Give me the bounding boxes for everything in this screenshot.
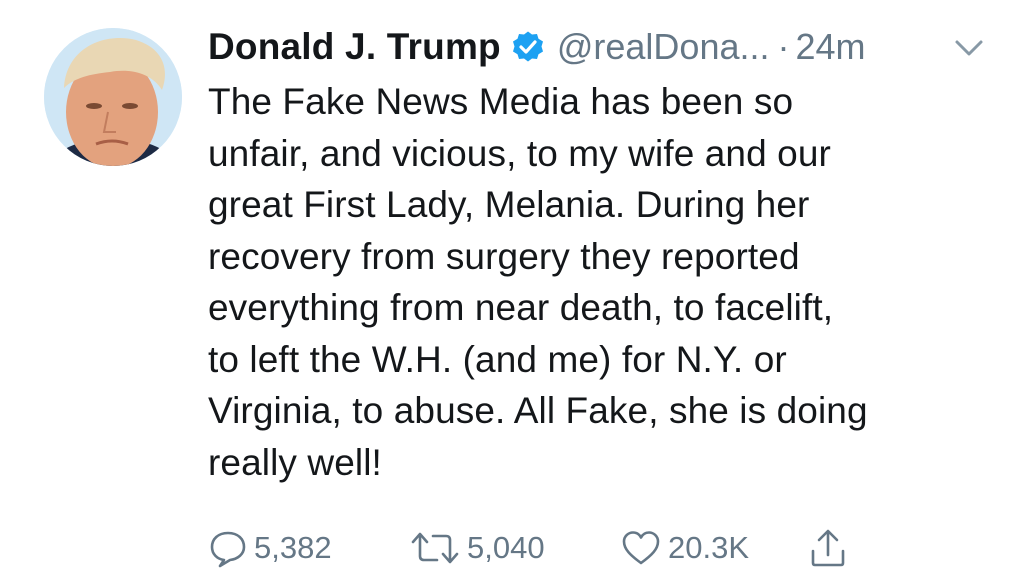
avatar[interactable] bbox=[44, 28, 182, 166]
like-count: 20.3K bbox=[668, 530, 750, 565]
header-separator: · bbox=[777, 26, 790, 67]
chevron-down-icon[interactable] bbox=[952, 36, 986, 60]
reply-button[interactable]: 5,382 bbox=[208, 526, 332, 570]
heart-icon bbox=[622, 531, 660, 565]
tweet-header: Donald J. Trump @realDona... · 24m bbox=[208, 22, 866, 72]
tweet-card: Donald J. Trump @realDona... · 24m The F… bbox=[0, 0, 1024, 576]
share-button[interactable] bbox=[808, 526, 848, 570]
retweet-icon bbox=[411, 532, 459, 564]
retweet-button[interactable]: 5,040 bbox=[409, 526, 545, 570]
tweet-timestamp[interactable]: 24m bbox=[796, 26, 866, 68]
reply-icon bbox=[210, 531, 246, 568]
avatar-image bbox=[44, 28, 182, 166]
reply-count: 5,382 bbox=[254, 530, 332, 565]
tweet-text: The Fake News Media has been so unfair, … bbox=[208, 81, 868, 483]
author-name[interactable]: Donald J. Trump bbox=[208, 26, 501, 68]
retweet-count: 5,040 bbox=[467, 530, 545, 565]
tweet-actions: 5,382 5,040 20.3K bbox=[208, 526, 1008, 570]
share-icon bbox=[811, 529, 845, 567]
author-handle[interactable]: @realDona... bbox=[557, 26, 770, 68]
verified-badge-icon bbox=[511, 30, 545, 64]
like-button[interactable]: 20.3K bbox=[620, 526, 749, 570]
